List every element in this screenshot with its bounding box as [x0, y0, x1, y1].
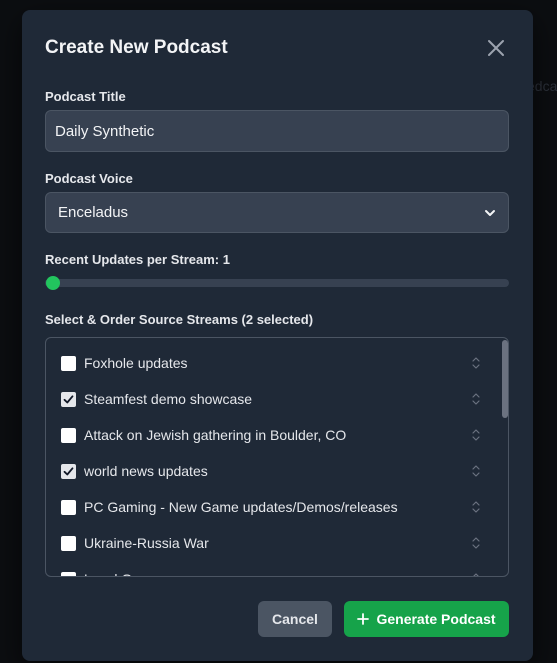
stream-checkbox[interactable]	[61, 427, 76, 443]
stream-label: Steamfest demo showcase	[84, 391, 253, 407]
slider-thumb[interactable]	[46, 276, 60, 290]
podcast-voice-value: Enceladus	[58, 204, 129, 221]
reorder-handle[interactable]	[471, 356, 481, 370]
reorder-handle[interactable]	[471, 428, 481, 442]
stream-checkbox[interactable]	[61, 499, 76, 515]
stream-label: Attack on Jewish gathering in Boulder, C…	[84, 427, 347, 443]
stream-item[interactable]: Foxhole updates	[46, 345, 496, 381]
reorder-icon	[472, 537, 480, 549]
reorder-icon	[472, 465, 480, 477]
generate-podcast-label: Generate Podcast	[376, 611, 496, 627]
updates-per-stream-slider[interactable]	[45, 276, 509, 290]
stream-checkbox[interactable]	[61, 571, 76, 576]
chevron-down-icon	[485, 209, 495, 216]
checkmark-icon	[63, 394, 74, 403]
stream-checkbox[interactable]	[61, 535, 76, 551]
stream-item[interactable]: Attack on Jewish gathering in Boulder, C…	[46, 417, 496, 453]
reorder-handle[interactable]	[471, 500, 481, 514]
plus-icon	[357, 613, 370, 625]
close-button[interactable]	[484, 36, 508, 60]
reorder-handle[interactable]	[471, 464, 481, 478]
source-streams-list: Foxhole updates Steamfest demo showcase At…	[45, 337, 509, 577]
source-streams-label: Select & Order Source Streams (2 selecte…	[45, 312, 314, 327]
stream-label: Foxhole updates	[84, 355, 188, 371]
podcast-voice-select[interactable]: Enceladus	[45, 192, 509, 233]
cancel-button[interactable]: Cancel	[258, 601, 332, 637]
stream-label: PC Gaming - New Game updates/Demos/relea…	[84, 499, 398, 515]
modal-title: Create New Podcast	[45, 37, 228, 58]
podcast-title-input[interactable]	[45, 110, 509, 152]
generate-podcast-button[interactable]: Generate Podcast	[344, 601, 509, 637]
close-icon	[488, 40, 504, 56]
streams-scrollbar[interactable]	[500, 338, 508, 576]
create-podcast-modal: Create New Podcast Podcast Title Podcast…	[22, 10, 533, 661]
reorder-icon	[472, 357, 480, 369]
reorder-handle[interactable]	[471, 536, 481, 550]
stream-item[interactable]: PC Gaming - New Game updates/Demos/relea…	[46, 489, 496, 525]
podcast-voice-label: Podcast Voice	[45, 171, 133, 186]
reorder-handle[interactable]	[471, 572, 481, 576]
stream-checkbox[interactable]	[61, 391, 76, 407]
stream-item[interactable]: world news updates	[46, 453, 496, 489]
stream-checkbox[interactable]	[61, 355, 76, 371]
stream-checkbox[interactable]	[61, 463, 76, 479]
checkmark-icon	[63, 466, 74, 475]
stream-label: world news updates	[84, 463, 208, 479]
reorder-icon	[473, 573, 479, 576]
stream-label: Local Gov...	[84, 571, 158, 576]
reorder-handle[interactable]	[471, 392, 481, 406]
reorder-icon	[472, 501, 480, 513]
podcast-title-label: Podcast Title	[45, 89, 126, 104]
stream-item[interactable]: Local Gov...	[46, 561, 496, 576]
stream-label: Ukraine-Russia War	[84, 535, 209, 551]
stream-item[interactable]: Ukraine-Russia War	[46, 525, 496, 561]
stream-item[interactable]: Steamfest demo showcase	[46, 381, 496, 417]
streams-scrollbar-thumb[interactable]	[502, 340, 508, 418]
reorder-icon	[472, 429, 480, 441]
reorder-icon	[472, 393, 480, 405]
updates-per-stream-label: Recent Updates per Stream: 1	[45, 252, 230, 267]
